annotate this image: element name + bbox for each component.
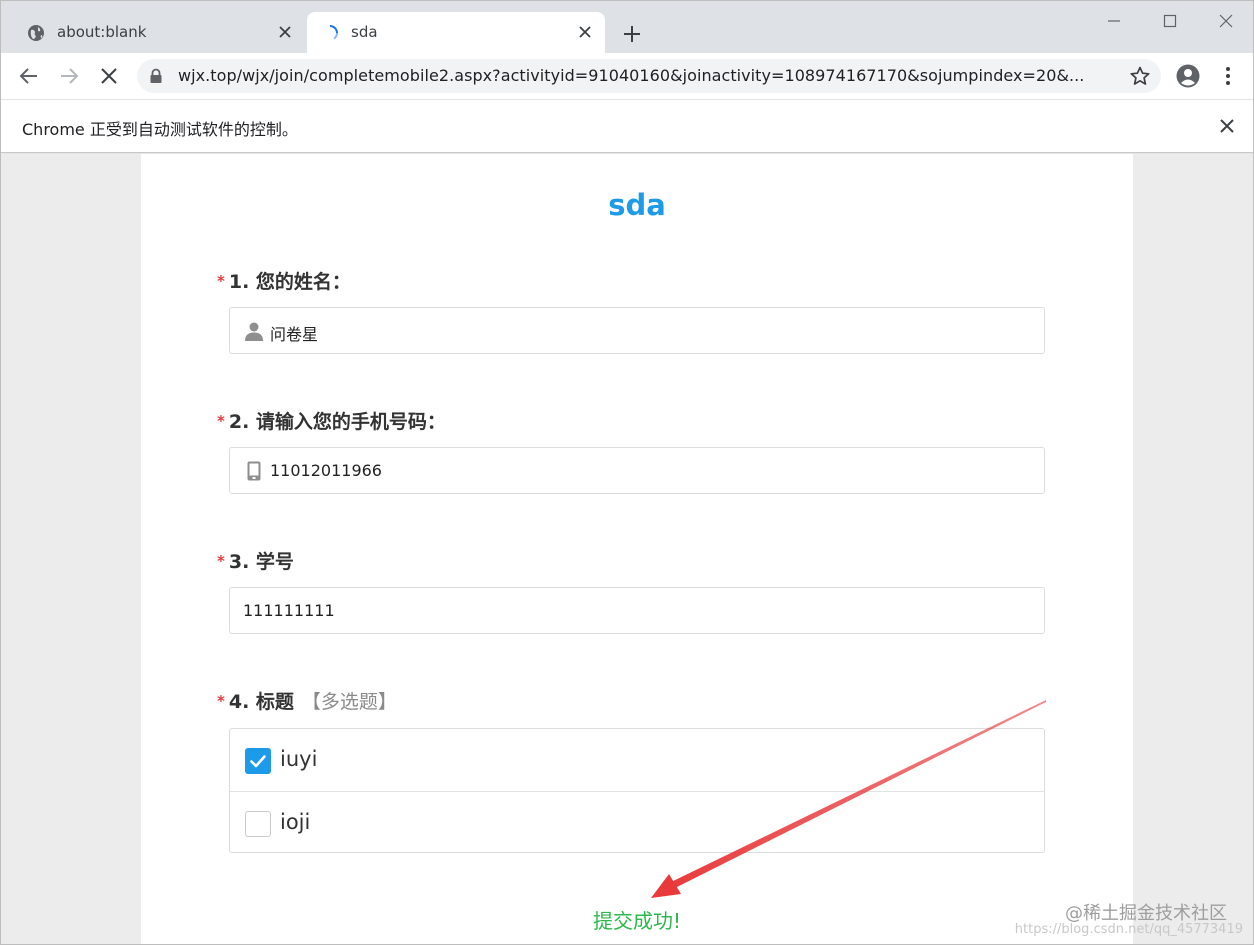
close-infobar-icon[interactable] bbox=[1217, 116, 1237, 136]
close-tab-icon[interactable] bbox=[275, 22, 295, 42]
required-marker: * bbox=[217, 412, 225, 430]
browser-window: about:blank sda wjx.top/wjx/join/complet… bbox=[0, 0, 1254, 945]
tab-sda[interactable]: sda bbox=[307, 12, 605, 53]
option-ioji[interactable]: ioji bbox=[230, 791, 1044, 853]
question-2-label: * 2. 请输入您的手机号码： bbox=[217, 407, 446, 434]
profile-icon[interactable] bbox=[1175, 63, 1201, 89]
tab-title: about:blank bbox=[57, 23, 147, 41]
infobar-message: Chrome 正受到自动测试软件的控制。 bbox=[22, 120, 298, 139]
phone-value: 11012011966 bbox=[270, 461, 382, 480]
survey-card: sda * 1. 您的姓名： 问卷星 * 2. 请输入您的手机号码： 11012… bbox=[141, 154, 1133, 944]
close-tab-icon[interactable] bbox=[575, 22, 595, 42]
tab-strip: about:blank sda bbox=[1, 1, 1253, 53]
phone-input[interactable]: 11012011966 bbox=[229, 447, 1045, 494]
multiple-choice-options: iuyi ioji bbox=[229, 728, 1045, 853]
close-window-icon[interactable] bbox=[1214, 9, 1238, 33]
address-bar[interactable]: wjx.top/wjx/join/completemobile2.aspx?ac… bbox=[137, 59, 1161, 93]
checkbox-checked[interactable] bbox=[245, 748, 271, 774]
question-text: 4. 标题 bbox=[228, 691, 294, 713]
question-3-label: * 3. 学号 bbox=[217, 547, 294, 574]
option-iuyi[interactable]: iuyi bbox=[230, 729, 1044, 791]
watermark-url: https://blog.csdn.net/qq_45773419 bbox=[1014, 922, 1243, 937]
tab-about-blank[interactable]: about:blank bbox=[13, 12, 305, 53]
checkbox-unchecked[interactable] bbox=[245, 811, 271, 837]
forward-arrow-icon[interactable] bbox=[56, 63, 82, 89]
required-marker: * bbox=[217, 552, 225, 570]
bookmark-star-icon[interactable] bbox=[1129, 65, 1151, 87]
lock-icon bbox=[150, 68, 162, 83]
student-id-input[interactable]: 111111111 bbox=[229, 587, 1045, 634]
question-text: 2. 请输入您的手机号码： bbox=[228, 411, 446, 433]
question-type-hint: 【多选题】 bbox=[301, 691, 397, 713]
new-tab-icon[interactable] bbox=[619, 21, 645, 47]
option-label: iuyi bbox=[280, 747, 318, 771]
option-label: ioji bbox=[280, 810, 311, 834]
submit-success-message: 提交成功! bbox=[592, 909, 682, 933]
automation-infobar: Chrome 正受到自动测试软件的控制。 bbox=[1, 99, 1253, 153]
question-text: 1. 您的姓名： bbox=[228, 271, 351, 293]
back-arrow-icon[interactable] bbox=[16, 63, 42, 89]
required-marker: * bbox=[217, 692, 225, 710]
globe-icon bbox=[28, 25, 44, 41]
page-viewport: sda * 1. 您的姓名： 问卷星 * 2. 请输入您的手机号码： 11012… bbox=[1, 154, 1253, 944]
tab-title: sda bbox=[351, 23, 378, 41]
question-4-label: * 4. 标题 【多选题】 bbox=[217, 687, 397, 714]
minimize-icon[interactable] bbox=[1102, 9, 1126, 33]
name-input[interactable]: 问卷星 bbox=[229, 307, 1045, 354]
browser-toolbar: wjx.top/wjx/join/completemobile2.aspx?ac… bbox=[1, 53, 1253, 99]
student-id-value: 111111111 bbox=[243, 601, 335, 620]
question-1-label: * 1. 您的姓名： bbox=[217, 267, 351, 294]
survey-title: sda bbox=[608, 188, 666, 222]
stop-loading-icon[interactable] bbox=[96, 63, 122, 89]
loading-spinner-icon bbox=[329, 25, 338, 40]
user-icon bbox=[245, 322, 263, 341]
url-text: wjx.top/wjx/join/completemobile2.aspx?ac… bbox=[178, 66, 1085, 85]
name-value: 问卷星 bbox=[270, 325, 319, 344]
checkmark-icon bbox=[250, 755, 266, 768]
required-marker: * bbox=[217, 272, 225, 290]
phone-icon bbox=[247, 461, 261, 481]
maximize-icon[interactable] bbox=[1158, 9, 1182, 33]
question-text: 3. 学号 bbox=[228, 551, 294, 573]
menu-icon[interactable] bbox=[1215, 63, 1241, 89]
